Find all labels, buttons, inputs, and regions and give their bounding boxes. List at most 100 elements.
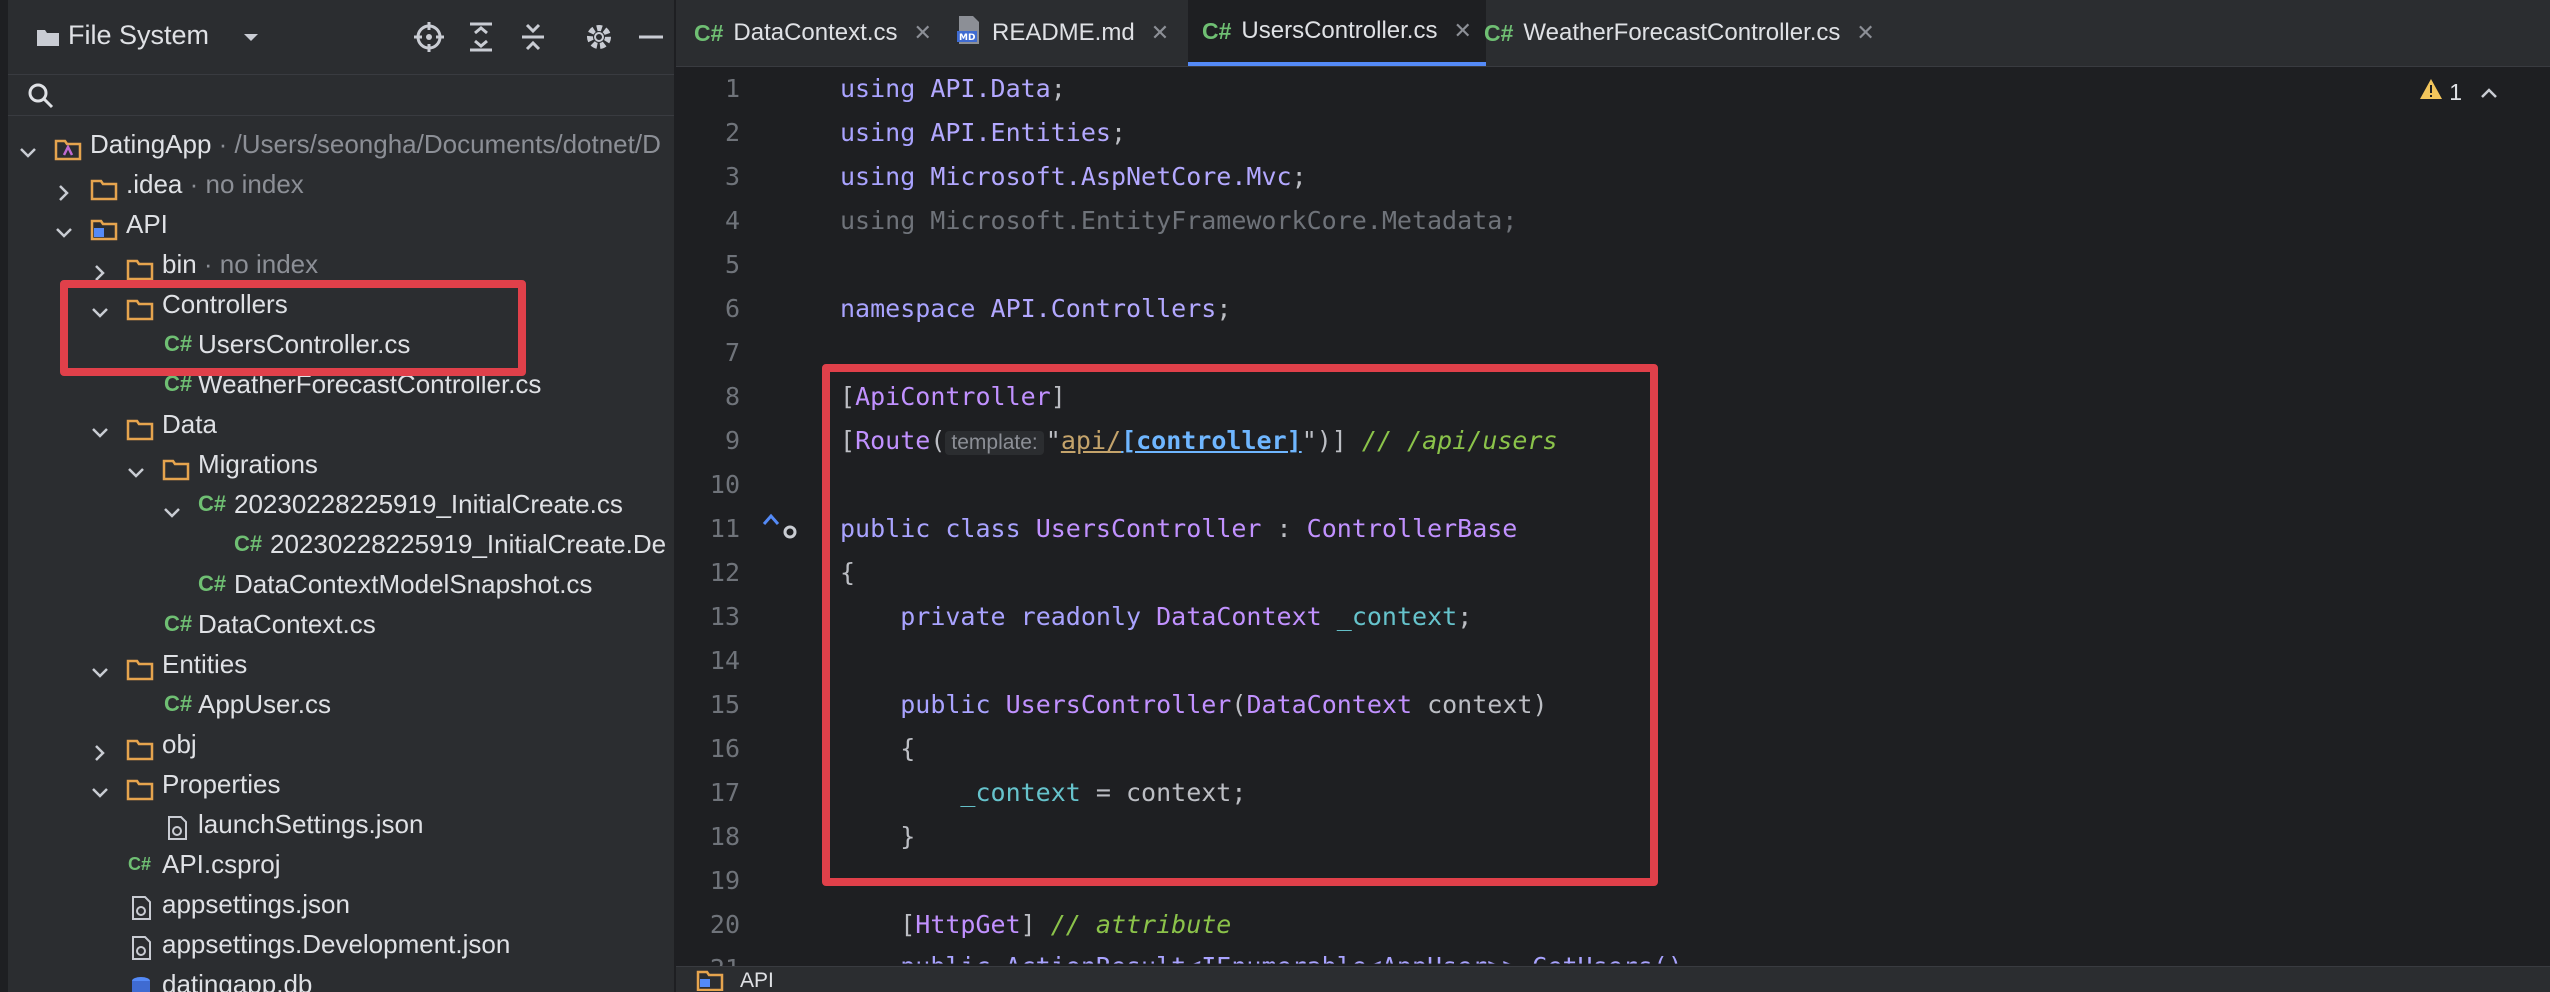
tree-item-hint: · /Users/seongha/Documents/dotnet/D [211, 129, 661, 159]
csharp-file-icon: C# [198, 571, 227, 596]
tree-item-label: Properties [162, 769, 281, 799]
tab-datacontext[interactable]: C# DataContext.cs ✕ [694, 0, 932, 66]
tree-item-hint: · no index [196, 249, 319, 279]
folder-icon [126, 412, 154, 441]
tree-item-label: 20230228225919_InitialCreate.cs [234, 489, 623, 519]
breadcrumb-item[interactable]: API [740, 969, 774, 992]
chevron-down-icon[interactable] [18, 134, 38, 158]
folder-icon [126, 732, 154, 761]
tree-item-label: API.csproj [162, 849, 281, 879]
tree-item-label: .idea [126, 169, 183, 199]
tree-item-api[interactable]: API [8, 204, 674, 244]
attribute: HttpGet [915, 910, 1021, 939]
tree-item-label: Data [162, 409, 217, 439]
tree-item-appsettings-development[interactable]: appsettings.Development.json [8, 924, 674, 964]
tree-item-initialcreate[interactable]: C# 20230228225919_InitialCreate.cs [8, 484, 674, 524]
settings-file-icon [164, 812, 190, 840]
csharp-file-icon: C# [164, 611, 193, 636]
folder-icon [36, 27, 60, 52]
close-icon[interactable]: ✕ [1453, 18, 1471, 44]
chevron-down-icon[interactable] [90, 654, 110, 678]
collapse-all-icon[interactable] [516, 20, 550, 54]
line-number: 16 [709, 734, 740, 763]
tree-item-label: AppUser.cs [198, 689, 331, 719]
namespace: API.Controllers [990, 294, 1217, 323]
tree-item-appuser[interactable]: C# AppUser.cs [8, 684, 674, 724]
tree-search-bar[interactable] [8, 74, 674, 116]
chevron-right-icon[interactable] [90, 734, 110, 761]
chevron-right-icon[interactable] [54, 174, 74, 201]
tab-bar: C# DataContext.cs ✕ MD README.md ✕ C# Us… [676, 0, 2550, 67]
tree-item-label: Migrations [198, 449, 318, 479]
tree-item-bin[interactable]: bin · no index [8, 244, 674, 284]
close-icon[interactable]: ✕ [1856, 20, 1874, 46]
tree-item-label: DatingApp [90, 129, 212, 159]
keyword: namespace [840, 294, 976, 323]
tree-item-idea[interactable]: .idea · no index [8, 164, 674, 204]
tree-item-launchsettings[interactable]: launchSettings.json [8, 804, 674, 844]
close-icon[interactable]: ✕ [1151, 20, 1169, 46]
chevron-down-icon[interactable] [162, 494, 182, 518]
csproj-file-icon: C# [128, 854, 152, 874]
tree-item-obj[interactable]: obj [8, 724, 674, 764]
line-number: 4 [724, 206, 740, 235]
keyword: using [840, 118, 916, 147]
minimize-icon[interactable] [634, 20, 668, 54]
tree-item-properties[interactable]: Properties [8, 764, 674, 804]
line-number: 15 [709, 690, 740, 719]
module-folder-icon [90, 212, 118, 241]
locate-icon[interactable] [412, 20, 446, 54]
tab-readme[interactable]: MD README.md ✕ [956, 0, 1169, 66]
tree-item-appsettings[interactable]: appsettings.json [8, 884, 674, 924]
panel-header: File System [8, 0, 674, 74]
chevron-down-icon[interactable] [126, 454, 146, 478]
line-number: 18 [709, 822, 740, 851]
tree-item-datingapp-db[interactable]: datingapp.db [8, 964, 674, 992]
folder-icon [90, 172, 118, 201]
tree-item-label: DataContext.cs [198, 609, 376, 639]
tree-item-data[interactable]: Data [8, 404, 674, 444]
tree-item-entities[interactable]: Entities [8, 644, 674, 684]
chevron-down-icon[interactable] [240, 26, 262, 53]
tab-userscontroller[interactable]: C# UsersController.cs ✕ [1188, 0, 1486, 66]
chevron-right-icon[interactable] [90, 254, 110, 281]
namespace: API.Entities [930, 118, 1111, 147]
csharp-file-icon: C# [164, 691, 193, 716]
markdown-file-icon: MD [956, 15, 982, 52]
implementation-marker-icon[interactable] [762, 512, 802, 547]
csharp-file-icon: C# [1202, 17, 1232, 44]
line-number: 3 [724, 162, 740, 191]
tab-label: WeatherForecastController.cs [1523, 19, 1841, 46]
tree-item-datingapp[interactable]: DatingApp · /Users/seongha/Documents/dot… [8, 124, 674, 164]
chevron-down-icon[interactable] [90, 774, 110, 798]
search-icon[interactable] [26, 81, 56, 116]
tree-item-datacontext[interactable]: C# DataContext.cs [8, 604, 674, 644]
tree-item-label: DataContextModelSnapshot.cs [234, 569, 593, 599]
panel-title[interactable]: File System [68, 20, 209, 51]
tab-label: README.md [992, 19, 1135, 46]
tool-window-strip [0, 0, 8, 992]
comment: // attribute [1050, 910, 1232, 939]
csharp-file-icon: C# [694, 19, 724, 46]
tree-item-migrations[interactable]: Migrations [8, 444, 674, 484]
tree-item-modelsnapshot[interactable]: C# DataContextModelSnapshot.cs [8, 564, 674, 604]
tree-item-label: bin [162, 249, 197, 279]
chevron-down-icon[interactable] [90, 414, 110, 438]
csharp-file-icon: C# [1484, 19, 1514, 46]
tree-item-csproj[interactable]: C# API.csproj [8, 844, 674, 884]
line-number: 5 [724, 250, 740, 279]
tab-weatherforecastcontroller[interactable]: C# WeatherForecastController.cs ✕ [1484, 0, 1875, 66]
folder-icon [126, 252, 154, 281]
chevron-down-icon[interactable] [54, 214, 74, 238]
line-number: 13 [709, 602, 740, 631]
editor-area: C# DataContext.cs ✕ MD README.md ✕ C# Us… [676, 0, 2550, 992]
tree-item-label: obj [162, 729, 197, 759]
line-number: 9 [724, 426, 740, 455]
gear-icon[interactable] [582, 20, 616, 54]
close-icon[interactable]: ✕ [913, 20, 931, 46]
database-icon [128, 972, 154, 992]
tree-item-initialcreate-designer[interactable]: C# 20230228225919_InitialCreate.De [8, 524, 674, 564]
code-line-1: using API.Data; [840, 74, 1066, 103]
expand-all-icon[interactable] [464, 20, 498, 54]
ide-window: File System DatingApp · /Users/seongha/D… [0, 0, 2550, 992]
